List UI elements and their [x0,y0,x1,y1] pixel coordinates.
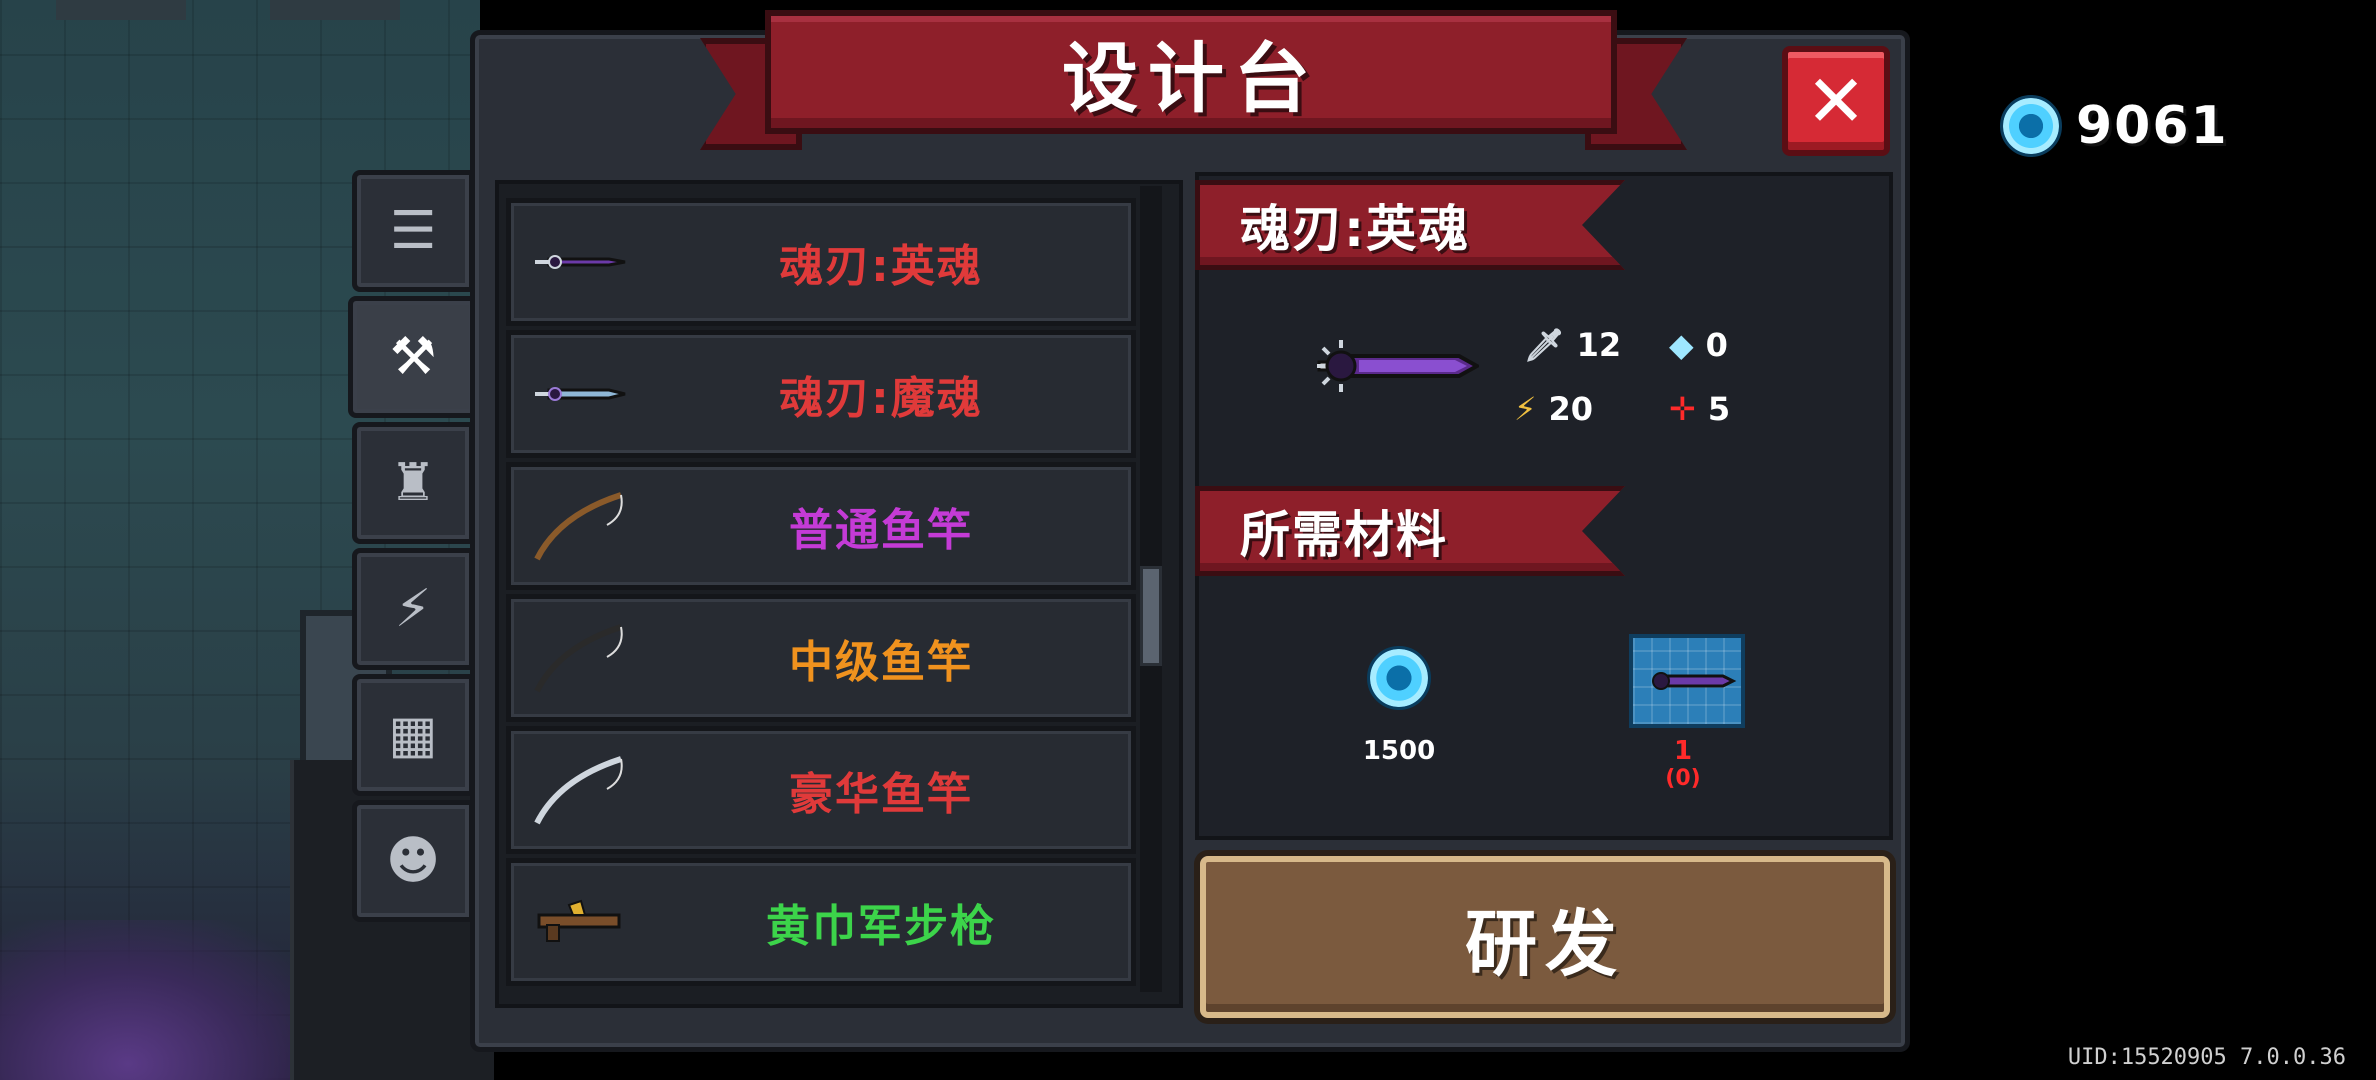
tab-pet[interactable]: ☻ [352,800,474,922]
sword-blue-icon [529,353,629,435]
recipe-name: 普通鱼竿 [789,505,973,556]
fishing-rod-icon [529,617,629,699]
item-name: 魂刃:英魂 [1240,200,1470,258]
energy-crystal-icon: ◆ [1669,326,1694,364]
recipe-name: 黄巾军步枪 [766,901,996,952]
recipe-list-item[interactable]: 魂刃:魔魂 [506,330,1136,458]
recipe-list-item[interactable]: 中级鱼竿 [506,594,1136,722]
recipe-list-item[interactable]: 魂刃:英魂 [506,198,1136,326]
accuracy-value: 5 [1707,390,1731,428]
crosshair-icon: ✛ [1669,390,1696,428]
tab-armor[interactable]: ♜ [352,422,474,544]
tab-lightning[interactable]: ⚡ [352,548,474,670]
close-button[interactable]: ✕ [1782,46,1890,156]
fishing-rod-icon [529,485,629,567]
recipe-name: 中级鱼竿 [789,637,973,688]
rifle-icon [529,881,629,963]
background-glow [0,920,320,1080]
item-icon: ▦ [388,705,438,765]
gem-icon [1367,646,1431,710]
background-block [56,0,186,20]
material-blueprint-owned: (0) [1665,766,1701,791]
tab-weapon[interactable]: ⚒ [348,296,478,418]
recipe-list-item[interactable]: 普通鱼竿 [506,462,1136,590]
scrollbar-thumb[interactable] [1140,566,1162,666]
background-block [270,0,400,20]
item-name-ribbon: 魂刃:英魂 [1195,180,1625,270]
fishing-rod-icon [529,749,629,831]
close-icon: ✕ [1805,59,1867,143]
weapon-icon: ⚒ [389,327,437,387]
lightning-icon: ⚡ [394,579,432,639]
item-detail-panel: 魂刃:英魂 🗡 12 ◆ 0 ⚡ 20 ✛ 5 所需材料 1500 1 (0) [1195,172,1893,840]
material-gem-amount: 1500 [1362,736,1436,766]
selected-weapon-icon [1317,340,1479,392]
gem-icon [2000,95,2062,157]
recipe-list-item[interactable]: 黄巾军步枪 [506,858,1136,986]
accuracy-stat: ✛ 5 [1669,390,1730,428]
develop-button[interactable]: 研发 [1200,856,1890,1018]
recipe-name: 豪华鱼竿 [789,769,973,820]
pet-icon: ☻ [385,831,441,891]
recipe-name: 魂刃:英魂 [779,241,983,292]
uid-label: UID:15520905 7.0.0.36 [2067,1045,2346,1070]
attack-value: 12 [1576,326,1622,364]
materials-title: 所需材料 [1240,506,1448,564]
energy-value: 0 [1705,326,1728,364]
page-title: 设计台 [765,10,1617,134]
currency-display: 9061 [2000,95,2229,157]
crit-stat: ⚡ 20 [1514,390,1593,428]
recipe-name: 魂刃:魔魂 [779,373,983,424]
sword-purple-icon [529,221,629,303]
tab-item[interactable]: ▦ [352,674,474,796]
tab-list[interactable]: ☰ [352,170,474,292]
gem-count: 9061 [2076,96,2229,156]
sword-stat-icon: 🗡 [1524,326,1565,364]
blueprint-icon [1629,634,1745,728]
crit-value: 20 [1548,390,1593,428]
material-blueprint-amount: 1 [1673,736,1693,766]
recipe-list-item[interactable]: 豪华鱼竿 [506,726,1136,854]
attack-stat: 🗡 12 [1524,326,1621,364]
armor-icon: ♜ [389,453,437,513]
materials-ribbon: 所需材料 [1195,486,1625,576]
list-icon: ☰ [389,201,437,261]
energy-stat: ◆ 0 [1669,326,1728,364]
crit-icon: ⚡ [1514,390,1537,428]
